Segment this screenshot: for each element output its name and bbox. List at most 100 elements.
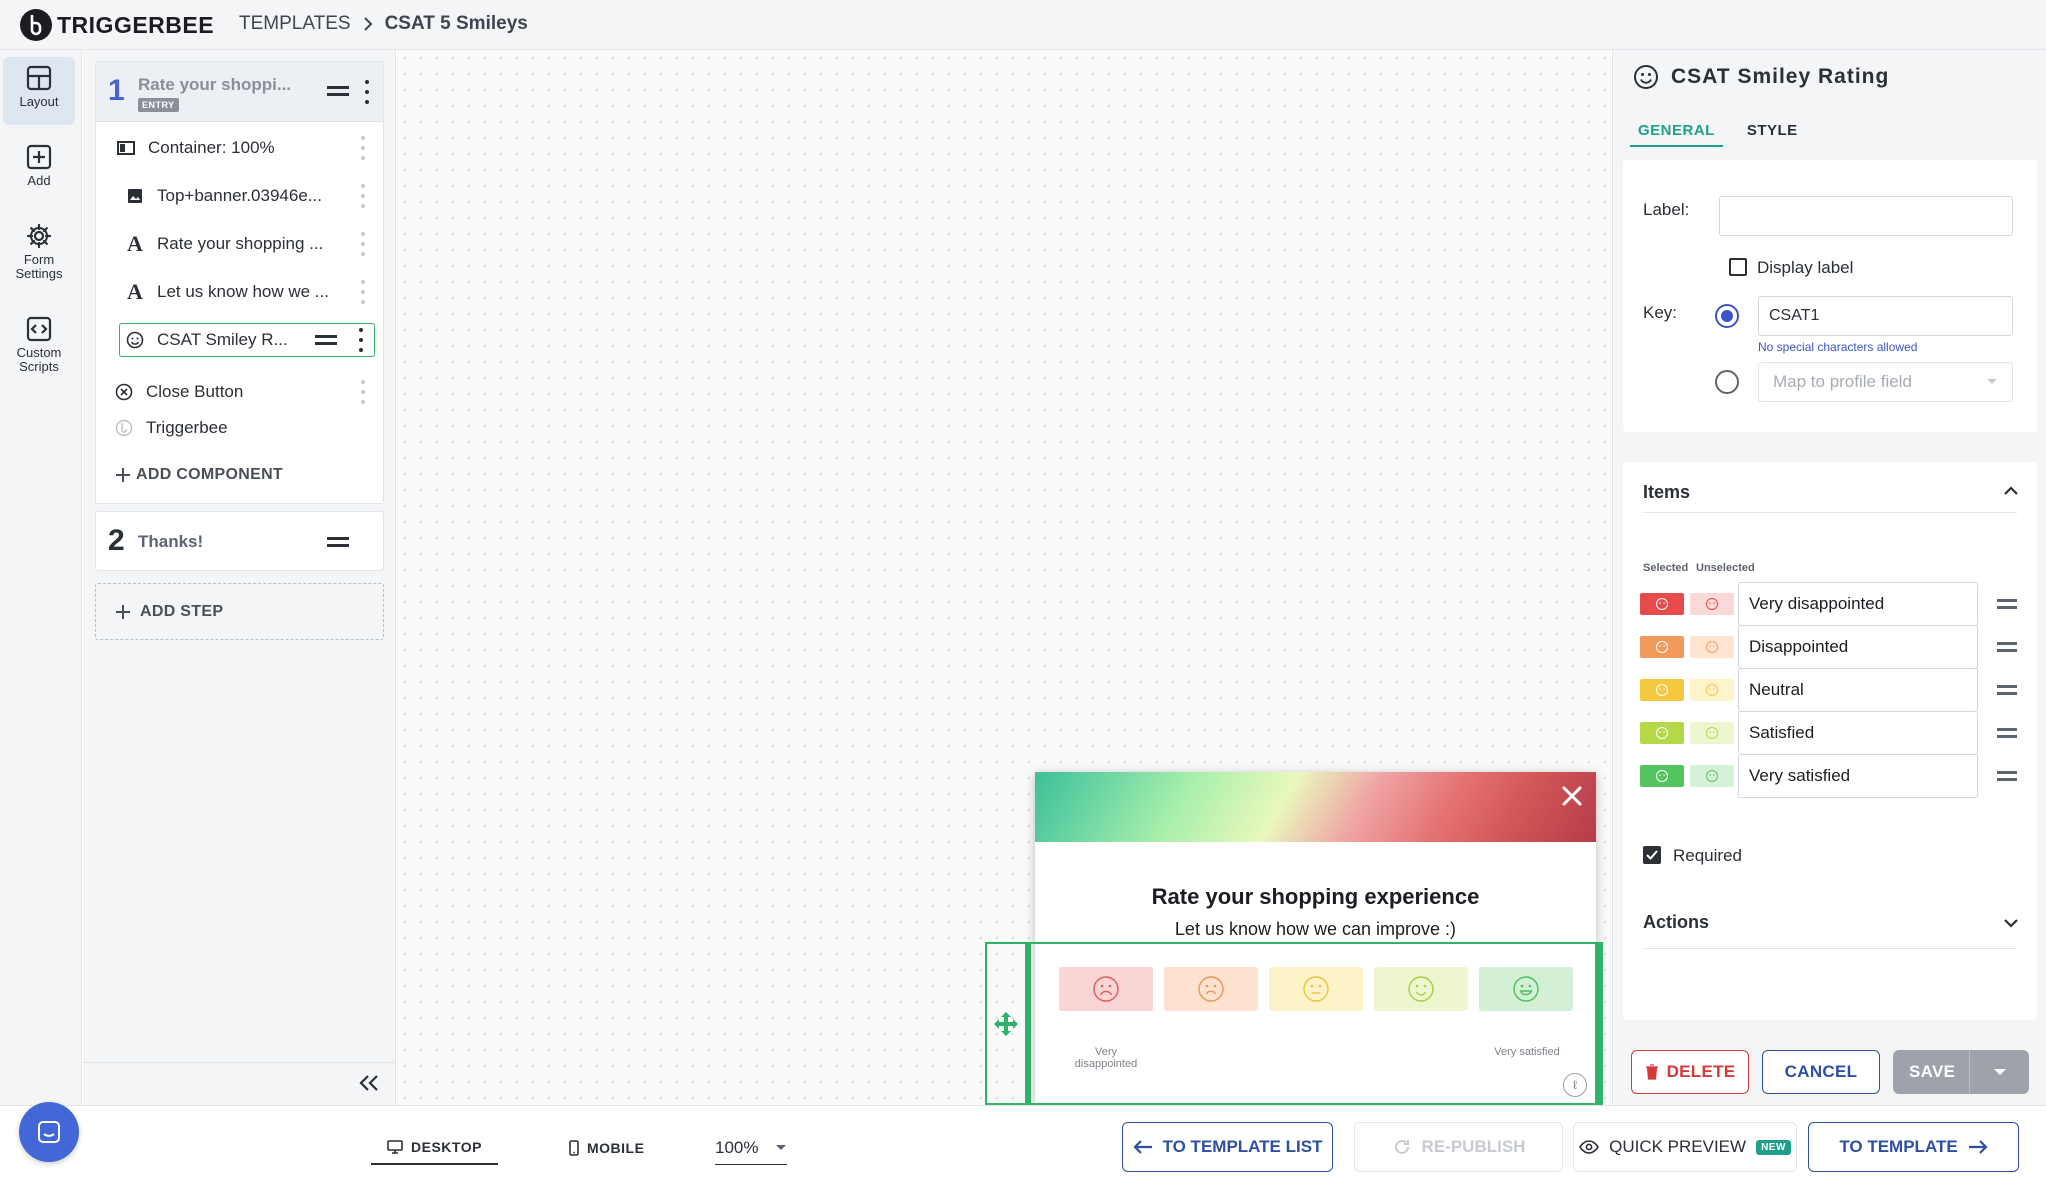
selected-color-swatch[interactable] <box>1640 679 1684 701</box>
drag-handle-icon[interactable] <box>1997 685 2017 695</box>
plus-icon <box>116 604 130 619</box>
check-icon <box>1646 850 1658 860</box>
selected-color-swatch[interactable] <box>1640 593 1684 615</box>
component-row-subtext[interactable]: A Let us know how we ... <box>96 272 385 312</box>
label-input[interactable] <box>1719 196 2013 236</box>
selected-color-swatch[interactable] <box>1640 636 1684 658</box>
sad-face-icon <box>1706 641 1718 653</box>
new-badge: NEW <box>1756 1139 1791 1155</box>
rail-add-label: Add <box>27 173 51 188</box>
to-template-button[interactable]: TO TEMPLATE <box>1808 1122 2019 1172</box>
to-template-list-button[interactable]: TO TEMPLATE LIST <box>1122 1122 1333 1172</box>
rail-layout[interactable]: Layout <box>3 57 75 125</box>
smiley-very-satisfied[interactable] <box>1479 967 1573 1011</box>
unselected-color-swatch[interactable] <box>1690 679 1734 701</box>
add-component-label: ADD COMPONENT <box>136 466 284 483</box>
unselected-color-swatch[interactable] <box>1690 765 1734 787</box>
add-component-button[interactable]: ADD COMPONENT <box>114 466 283 484</box>
delete-button[interactable]: DELETE <box>1631 1050 1749 1094</box>
unselected-color-swatch[interactable] <box>1690 636 1734 658</box>
drag-handle-icon[interactable] <box>327 86 349 96</box>
item-label-input[interactable]: Very satisfied <box>1738 754 1978 798</box>
republish-button[interactable]: RE-PUBLISH <box>1354 1122 1563 1172</box>
chat-launcher-button[interactable] <box>19 1102 79 1162</box>
item-label-input[interactable]: Satisfied <box>1738 711 1978 755</box>
component-row-close-button[interactable]: Close Button <box>96 372 385 412</box>
drag-handle-icon[interactable] <box>1997 728 2017 738</box>
selected-color-swatch[interactable] <box>1640 765 1684 787</box>
component-row-csat-selected[interactable]: CSAT Smiley R... <box>119 323 375 357</box>
collapse-chevrons-icon[interactable] <box>358 1073 380 1093</box>
step-card-2[interactable]: 2 Thanks! <box>95 511 384 571</box>
rail-add[interactable]: Add <box>3 136 75 204</box>
key-radio[interactable] <box>1715 304 1739 328</box>
more-options-icon[interactable] <box>364 80 370 104</box>
more-options-icon[interactable] <box>358 328 364 352</box>
smiley-very-disappointed[interactable] <box>1059 967 1153 1011</box>
more-options-icon[interactable] <box>360 380 366 404</box>
breadcrumb-templates-link[interactable]: TEMPLATES <box>239 13 351 35</box>
component-row-container[interactable]: Container: 100% <box>96 128 385 168</box>
sad-face-icon <box>1656 641 1668 653</box>
component-row-image[interactable]: Top+banner.03946e... <box>96 176 385 216</box>
tab-general[interactable]: GENERAL <box>1630 122 1723 147</box>
selected-color-swatch[interactable] <box>1640 722 1684 744</box>
actions-heading[interactable]: Actions <box>1643 912 1709 933</box>
close-circle-icon <box>112 383 136 401</box>
add-step-button[interactable]: ADD STEP <box>95 583 384 640</box>
label-field-label: Label: <box>1643 200 1690 219</box>
key-input[interactable]: CSAT1 <box>1758 296 2013 336</box>
close-icon[interactable] <box>1560 784 1584 808</box>
properties-panel: CSAT Smiley Rating GENERAL STYLE Label: … <box>1612 50 2046 1105</box>
editor-canvas[interactable]: Rate your shopping experience Let us kno… <box>397 50 1611 1105</box>
triggerbee-logo[interactable]: TRIGGERBEE <box>20 9 214 41</box>
smiley-disappointed[interactable] <box>1164 967 1258 1011</box>
more-options-icon[interactable] <box>360 232 366 256</box>
drag-handle-icon[interactable] <box>1997 599 2017 609</box>
step-number: 2 <box>108 524 125 557</box>
rail-form-settings-label: Form Settings <box>15 252 63 281</box>
step-title: Rate your shoppi... <box>138 75 292 94</box>
drag-handle-icon[interactable] <box>327 537 349 547</box>
more-options-icon[interactable] <box>360 136 366 160</box>
save-button[interactable]: SAVE <box>1893 1050 2029 1094</box>
quick-preview-button[interactable]: QUICK PREVIEW NEW <box>1573 1122 1797 1172</box>
key-hint: No special characters allowed <box>1758 340 1918 354</box>
item-label-input[interactable]: Neutral <box>1738 668 1978 712</box>
rail-custom-scripts[interactable]: Custom Scripts <box>3 308 75 388</box>
component-row-triggerbee[interactable]: Triggerbee <box>96 408 385 448</box>
unselected-color-swatch[interactable] <box>1690 722 1734 744</box>
drag-handle-icon[interactable] <box>1997 771 2017 781</box>
drag-handle-icon[interactable] <box>315 335 337 345</box>
rail-form-settings[interactable]: Form Settings <box>3 215 75 295</box>
component-row-heading[interactable]: A Rate your shopping ... <box>96 224 385 264</box>
phone-icon <box>569 1140 579 1156</box>
zoom-select[interactable]: 100% <box>715 1131 787 1165</box>
component-label: Let us know how we ... <box>157 282 329 301</box>
chevron-up-icon[interactable] <box>2003 484 2019 496</box>
item-label-input[interactable]: Very disappointed <box>1738 582 1978 626</box>
tab-style[interactable]: STYLE <box>1739 122 1806 147</box>
chevron-down-icon[interactable] <box>2003 918 2019 930</box>
to-template-label: TO TEMPLATE <box>1839 1137 1958 1156</box>
smiley-satisfied[interactable] <box>1374 967 1468 1011</box>
drag-handle-icon[interactable] <box>1997 642 2017 652</box>
move-handle[interactable] <box>987 944 1031 1103</box>
item-label-input[interactable]: Disappointed <box>1738 625 1978 669</box>
map-profile-select[interactable]: Map to profile field <box>1758 362 2013 402</box>
very-happy-face-icon <box>1513 976 1539 1002</box>
cancel-button[interactable]: CANCEL <box>1762 1050 1880 1094</box>
unselected-color-swatch[interactable] <box>1690 593 1734 615</box>
more-options-icon[interactable] <box>360 184 366 208</box>
step-1-header[interactable]: 1 Rate your shoppi... ENTRY <box>96 62 383 122</box>
device-mobile-tab[interactable]: MOBILE <box>553 1131 660 1165</box>
required-checkbox[interactable] <box>1643 846 1661 864</box>
component-label: CSAT Smiley R... <box>157 330 288 349</box>
display-label-checkbox[interactable] <box>1729 258 1747 276</box>
more-options-icon[interactable] <box>360 280 366 304</box>
map-profile-radio[interactable] <box>1715 370 1739 394</box>
smiley-neutral[interactable] <box>1269 967 1363 1011</box>
save-options-dropdown[interactable] <box>1969 1050 2029 1094</box>
csat-smiley-block-selected[interactable]: Very disappointed Very satisfied ℓ <box>985 942 1603 1105</box>
device-desktop-tab[interactable]: DESKTOP <box>371 1131 498 1165</box>
